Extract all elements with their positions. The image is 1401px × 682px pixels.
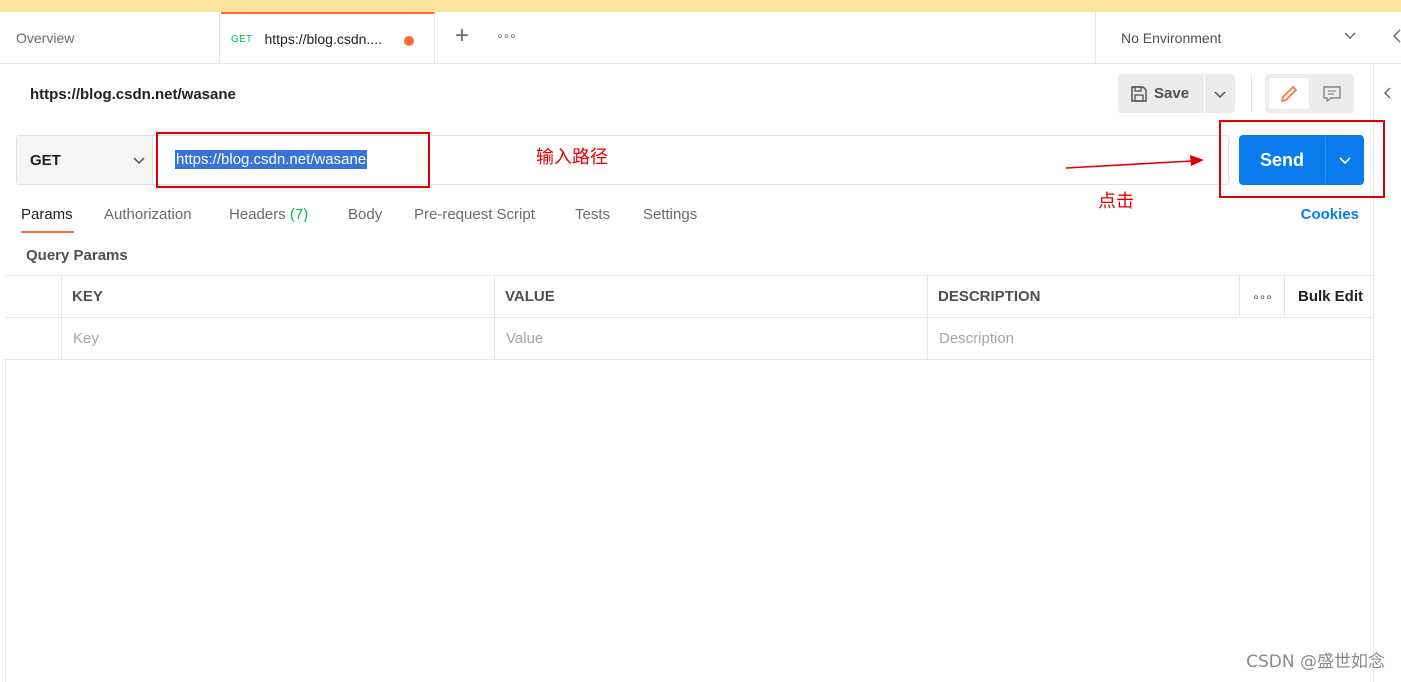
row-checkbox-cell bbox=[6, 318, 62, 359]
request-subtabs: Params Authorization Headers (7) Body Pr… bbox=[0, 198, 1373, 234]
query-params-heading: Query Params bbox=[26, 247, 128, 264]
checkbox-column-header bbox=[6, 276, 62, 317]
environment-selector[interactable]: No Environment bbox=[1095, 12, 1375, 64]
chevron-left-icon[interactable] bbox=[1382, 86, 1392, 100]
ellipsis-icon[interactable]: ∘∘∘ bbox=[494, 26, 518, 46]
cookies-link[interactable]: Cookies bbox=[1301, 206, 1359, 223]
save-options-button[interactable] bbox=[1205, 74, 1235, 113]
annotation-box-send bbox=[1219, 120, 1385, 198]
view-mode-toggle bbox=[1265, 74, 1354, 113]
table-row: Key Value Description bbox=[6, 318, 1373, 360]
tab-headers-label: Headers bbox=[229, 206, 286, 223]
description-input[interactable]: Description bbox=[928, 318, 1373, 359]
value-input[interactable]: Value bbox=[495, 318, 928, 359]
unsaved-dot-icon bbox=[404, 36, 414, 46]
save-button[interactable]: Save bbox=[1118, 74, 1204, 113]
edit-mode-button[interactable] bbox=[1269, 78, 1309, 109]
tab-tests[interactable]: Tests bbox=[575, 206, 610, 223]
comments-button[interactable] bbox=[1313, 78, 1351, 109]
query-params-table: KEY VALUE DESCRIPTION ∘∘∘ Bulk Edit Key … bbox=[6, 275, 1373, 360]
column-header-description: DESCRIPTION bbox=[938, 288, 1041, 305]
floppy-disk-icon bbox=[1131, 85, 1147, 102]
table-header-row: KEY VALUE DESCRIPTION ∘∘∘ Bulk Edit bbox=[6, 276, 1373, 318]
notification-banner bbox=[0, 0, 1401, 12]
tab-settings[interactable]: Settings bbox=[643, 206, 697, 223]
tab-bar: Overview GET https://blog.csdn.... + ∘∘∘… bbox=[0, 12, 1401, 64]
annotation-box-url bbox=[156, 132, 430, 188]
annotation-arrow-icon bbox=[1065, 155, 1204, 169]
key-input[interactable]: Key bbox=[62, 318, 495, 359]
chevron-down-icon bbox=[1214, 90, 1226, 98]
tab-body[interactable]: Body bbox=[348, 206, 382, 223]
tab-title: https://blog.csdn.... bbox=[264, 31, 382, 47]
column-header-key: KEY bbox=[62, 276, 495, 317]
plus-icon[interactable]: + bbox=[451, 24, 473, 50]
environment-label: No Environment bbox=[1121, 30, 1222, 46]
tab-authorization[interactable]: Authorization bbox=[104, 206, 192, 223]
request-title[interactable]: https://blog.csdn.net/wasane bbox=[30, 86, 236, 103]
panel-left-border bbox=[5, 359, 6, 682]
method-label: GET bbox=[30, 151, 61, 169]
active-tab-indicator bbox=[21, 231, 74, 233]
tab-method-badge: GET bbox=[231, 33, 253, 45]
tab-headers[interactable]: Headers (7) bbox=[229, 206, 308, 223]
bulk-edit-button[interactable]: Bulk Edit bbox=[1285, 276, 1363, 317]
pencil-icon bbox=[1280, 85, 1298, 102]
save-label: Save bbox=[1154, 85, 1190, 102]
method-select[interactable]: GET bbox=[17, 136, 153, 184]
comment-icon bbox=[1323, 85, 1341, 102]
annotation-input-path: 输入路径 bbox=[536, 147, 608, 168]
headers-count-badge: (7) bbox=[289, 206, 309, 223]
tab-overview-label: Overview bbox=[16, 30, 75, 46]
watermark: CSDN @盛世如念 bbox=[1246, 652, 1385, 672]
tab-params[interactable]: Params bbox=[21, 206, 73, 223]
tab-request-active[interactable]: GET https://blog.csdn.... bbox=[221, 12, 435, 64]
eye-icon[interactable] bbox=[1390, 28, 1401, 44]
chevron-down-icon bbox=[133, 157, 145, 165]
tab-prerequest-script[interactable]: Pre-request Script bbox=[414, 206, 535, 223]
tab-overview[interactable]: Overview bbox=[0, 12, 220, 64]
chevron-down-icon bbox=[1344, 32, 1356, 40]
column-header-value: VALUE bbox=[495, 276, 928, 317]
toolbar-divider bbox=[1251, 74, 1252, 113]
ellipsis-icon[interactable]: ∘∘∘ bbox=[1239, 276, 1285, 317]
